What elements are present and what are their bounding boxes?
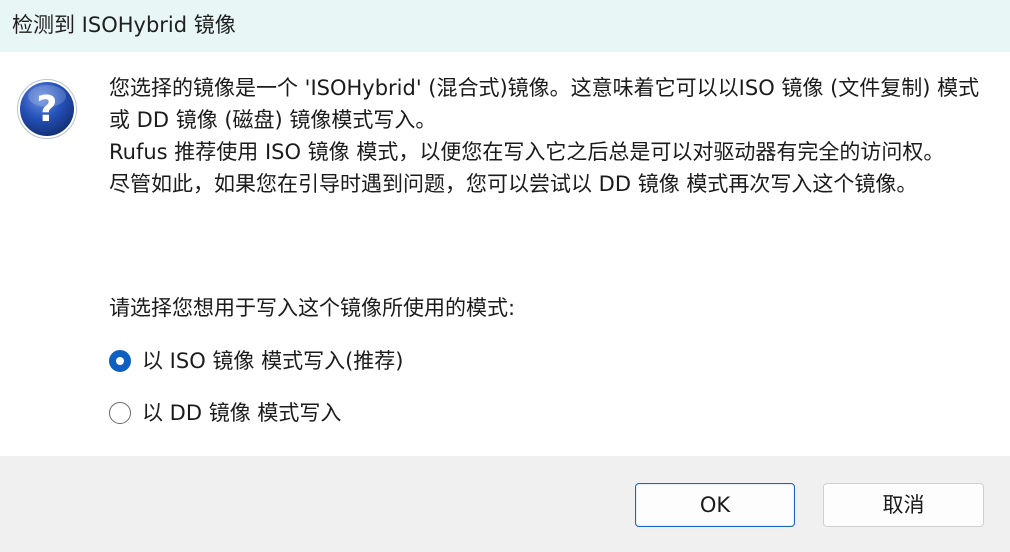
question-mark-glyph: ? [37,89,58,130]
iso-hybrid-dialog: 检测到 ISOHybrid 镜像 ? 您选择的镜像是一个 'ISOHybrid'… [0,0,1010,552]
radio-iso-mode-indicator[interactable] [109,350,131,372]
button-bar: OK 取消 [0,456,1010,552]
message-paragraph-2: Rufus 推荐使用 ISO 镜像 模式，以便您在写入它之后总是可以对驱动器有完… [109,140,945,164]
question-icon: ? [16,78,78,140]
title-bar[interactable]: 检测到 ISOHybrid 镜像 [0,0,1010,52]
ok-button[interactable]: OK [635,483,795,527]
window-title: 检测到 ISOHybrid 镜像 [12,13,236,37]
radio-iso-mode-label[interactable]: 以 ISO 镜像 模式写入(推荐) [142,345,403,377]
message-paragraph-3: 尽管如此，如果您在引导时遇到问题，您可以尝试以 DD 镜像 模式再次写入这个镜像… [109,172,918,196]
radio-dd-mode[interactable]: 以 DD 镜像 模式写入 [109,397,341,429]
radio-iso-mode[interactable]: 以 ISO 镜像 模式写入(推荐) [109,345,403,377]
mode-prompt: 请选择您想用于写入这个镜像所使用的模式: [109,296,516,320]
message-paragraph-1: 您选择的镜像是一个 'ISOHybrid' (混合式)镜像。这意味着它可以以IS… [109,76,980,132]
message-body: 您选择的镜像是一个 'ISOHybrid' (混合式)镜像。这意味着它可以以IS… [109,72,999,200]
cancel-button[interactable]: 取消 [823,483,984,527]
radio-dd-mode-indicator[interactable] [109,402,131,424]
radio-dd-mode-label[interactable]: 以 DD 镜像 模式写入 [142,397,341,429]
